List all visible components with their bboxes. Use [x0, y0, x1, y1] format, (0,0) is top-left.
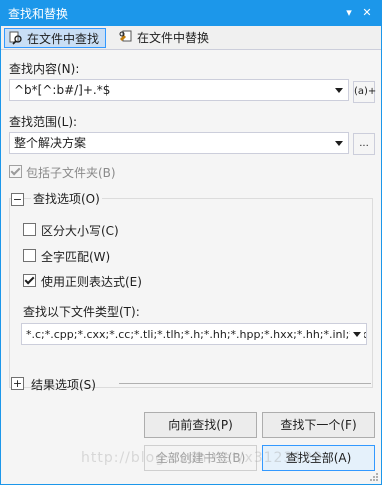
browse-folders-button[interactable]: ...: [353, 133, 375, 155]
find-what-value: ^b*[^:b#/]+.*$: [14, 83, 111, 97]
chevron-down-icon[interactable]: [332, 133, 346, 153]
collapse-find-options-button[interactable]: −: [11, 193, 24, 206]
chevron-down-icon[interactable]: [332, 80, 346, 100]
use-regex-label: 使用正则表达式(E): [41, 275, 142, 289]
match-case-checkbox[interactable]: [23, 223, 36, 236]
find-replace-window: 查找和替换 ▾ ✕ 在文件中查找 在文件中替换 查找内容(N): ^b*[^:b…: [0, 0, 382, 485]
checkmark-icon: [24, 274, 35, 285]
find-what-input[interactable]: ^b*[^:b#/]+.*$: [9, 79, 349, 101]
look-in-label: 查找范围(L):: [9, 115, 78, 129]
find-what-label: 查找内容(N):: [9, 62, 80, 76]
dialog-body: 在文件中查找 在文件中替换 查找内容(N): ^b*[^:b#/]+.*$ (a…: [1, 26, 381, 484]
resize-grip-icon[interactable]: [369, 472, 379, 482]
replace-in-files-icon: [119, 30, 132, 42]
divider: [119, 383, 371, 384]
title-bar: 查找和替换 ▾ ✕: [0, 0, 382, 26]
find-options-title: 查找选项(O): [31, 190, 102, 207]
regex-builder-button[interactable]: (a)+: [353, 81, 376, 103]
include-subfolders-checkbox: [9, 165, 22, 178]
look-in-value: 整个解决方案: [14, 136, 87, 150]
tab-label: 在文件中替换: [137, 31, 210, 45]
find-next-button[interactable]: 查找下一个(F): [262, 412, 375, 438]
close-icon[interactable]: ✕: [360, 6, 374, 20]
include-subfolders-label: 包括子文件夹(B): [26, 166, 116, 180]
expand-result-options-button[interactable]: +: [11, 377, 24, 390]
find-previous-button[interactable]: 向前查找(P): [144, 412, 257, 438]
whole-word-label: 全字匹配(W): [41, 250, 111, 264]
file-types-value: *.c;*.cpp;*.cxx;*.cc;*.tli;*.tlh;*.h;*.h…: [26, 328, 367, 341]
whole-word-checkbox[interactable]: [23, 249, 36, 262]
look-in-select[interactable]: 整个解决方案: [9, 132, 349, 154]
tab-label: 在文件中查找: [27, 32, 100, 46]
chevron-down-icon[interactable]: [350, 324, 364, 344]
window-menu-icon[interactable]: ▾: [342, 6, 356, 20]
find-in-files-icon: [9, 31, 22, 45]
result-options-title: 结果选项(S): [31, 378, 96, 392]
match-case-label: 区分大小写(C): [41, 224, 119, 238]
watermark: http://blog.csdn.net/x3123129: [81, 450, 324, 466]
use-regex-checkbox[interactable]: [23, 274, 36, 287]
window-title: 查找和替换: [8, 7, 69, 21]
mode-tabbar: 在文件中查找 在文件中替换: [1, 26, 381, 50]
tab-find-in-files[interactable]: 在文件中查找: [4, 28, 107, 48]
checkmark-icon: [10, 165, 21, 176]
tab-replace-in-files[interactable]: 在文件中替换: [115, 28, 215, 48]
file-types-label: 查找以下文件类型(T):: [23, 305, 140, 319]
file-types-input[interactable]: *.c;*.cpp;*.cxx;*.cc;*.tli;*.tlh;*.h;*.h…: [21, 323, 367, 345]
